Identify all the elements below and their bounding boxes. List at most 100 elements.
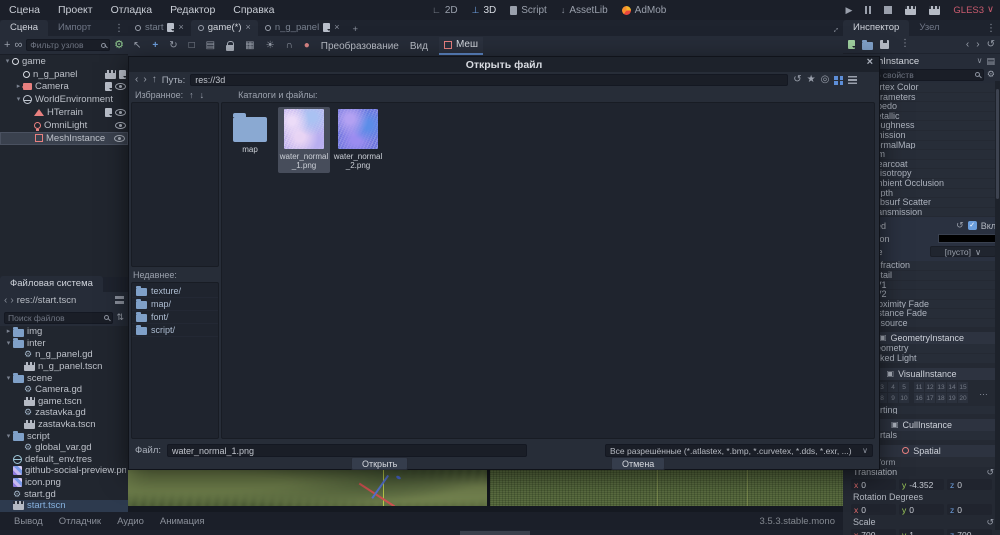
fs-item-zastavka.tscn[interactable]: zastavka.tscn bbox=[0, 419, 128, 431]
checkbox-checked-icon[interactable]: ✓ bbox=[968, 221, 977, 230]
environment-icon[interactable]: ● bbox=[304, 41, 310, 51]
pause-icon[interactable] bbox=[865, 6, 871, 14]
resource-menu-icon[interactable]: ⋮ bbox=[896, 39, 914, 51]
path-input[interactable]: res://3d bbox=[190, 74, 788, 86]
layer-toggle-5[interactable]: 5 bbox=[899, 382, 909, 392]
toggle-hidden-icon[interactable]: ◎ bbox=[821, 75, 830, 85]
filename-input[interactable]: water_normal_1.png bbox=[167, 444, 527, 457]
tab-Импорт[interactable]: Импорт bbox=[48, 20, 101, 36]
inspector-scrollbar[interactable] bbox=[995, 81, 1000, 530]
fs-item-n_g_panel.tscn[interactable]: n_g_panel.tscn bbox=[0, 361, 128, 373]
z-field[interactable]: z700 bbox=[947, 529, 992, 535]
chevron-down-icon[interactable]: ∨ bbox=[977, 57, 983, 65]
move-icon[interactable]: + bbox=[152, 41, 158, 51]
menu-Отладка[interactable]: Отладка bbox=[102, 4, 162, 16]
scene-node-Camera[interactable]: ▸Camera bbox=[0, 81, 128, 94]
fs-item-default_env.tres[interactable]: default_env.tres bbox=[0, 454, 128, 466]
eye-icon[interactable] bbox=[114, 135, 125, 142]
split-mode-icon[interactable] bbox=[115, 296, 124, 305]
workspace-script[interactable]: Script bbox=[510, 5, 547, 16]
layer-toggle-14[interactable]: 14 bbox=[947, 382, 957, 392]
scene-node-WorldEnvironment[interactable]: ▾WorldEnvironment bbox=[0, 93, 128, 106]
viewport-menu-mesh[interactable]: Меш bbox=[439, 37, 483, 55]
recent-dir-texture/[interactable]: texture/ bbox=[132, 285, 218, 298]
recent-dir-map/[interactable]: map/ bbox=[132, 298, 218, 311]
layer-toggle-18[interactable]: 18 bbox=[936, 393, 946, 403]
scene-node-HTerrain[interactable]: HTerrain bbox=[0, 106, 128, 119]
scene-node-OmniLight[interactable]: OmniLight bbox=[0, 119, 128, 132]
group-icon[interactable]: ▦ bbox=[245, 41, 254, 51]
recent-dir-font/[interactable]: font/ bbox=[132, 311, 218, 324]
sort-icon[interactable]: ⇅ bbox=[116, 313, 124, 322]
scale-icon[interactable]: □ bbox=[189, 41, 195, 51]
script-icon[interactable] bbox=[105, 108, 112, 117]
layer-toggle-19[interactable]: 19 bbox=[947, 393, 957, 403]
history-forward-icon[interactable]: › bbox=[976, 40, 979, 50]
dock-menu-icon[interactable]: ⋮ bbox=[982, 24, 1000, 36]
workspace-assetlib[interactable]: ↓AssetLib bbox=[561, 5, 608, 16]
bottom-panel-Отладчик[interactable]: Отладчик bbox=[59, 516, 101, 527]
movie-icon[interactable] bbox=[105, 70, 116, 79]
scene-tab-game(*)[interactable]: game(*)× bbox=[191, 20, 258, 36]
forward-icon[interactable]: › bbox=[10, 296, 13, 306]
menu-Редактор[interactable]: Редактор bbox=[161, 4, 224, 16]
revert-icon[interactable]: ↺ bbox=[956, 221, 964, 230]
expander-icon[interactable]: ▾ bbox=[4, 375, 13, 382]
z-field[interactable]: z0 bbox=[947, 504, 992, 515]
eye-icon[interactable] bbox=[115, 109, 126, 116]
recent-dir-script/[interactable]: script/ bbox=[132, 324, 218, 337]
local-space-icon[interactable]: ☀ bbox=[266, 41, 275, 51]
instance-scene-icon[interactable]: ∞ bbox=[14, 40, 22, 51]
fs-item-inter[interactable]: ▾inter bbox=[0, 338, 128, 350]
viewport-menu-Преобразование[interactable]: Преобразование bbox=[321, 41, 399, 52]
fs-item-Camera.gd[interactable]: ⚙Camera.gd bbox=[0, 384, 128, 396]
list-view-icon[interactable] bbox=[848, 76, 857, 85]
bottom-panel-Вывод[interactable]: Вывод bbox=[14, 516, 43, 527]
tab-filesystem[interactable]: Файловая система bbox=[0, 276, 103, 292]
close-icon[interactable]: × bbox=[334, 23, 339, 32]
layer-toggle-10[interactable]: 10 bbox=[899, 393, 909, 403]
scene-tab-start[interactable]: start× bbox=[128, 20, 191, 36]
fs-item-github-social-preview.png[interactable]: github-social-preview.png bbox=[0, 465, 128, 477]
play-icon[interactable]: ▶ bbox=[845, 6, 852, 15]
file-item-water_normal_2.png[interactable]: water_normal_2.png bbox=[332, 107, 384, 173]
y-field[interactable]: y-4.352 bbox=[899, 479, 944, 490]
color-swatch[interactable] bbox=[938, 234, 996, 243]
new-resource-icon[interactable] bbox=[848, 40, 855, 49]
layer-toggle-16[interactable]: 16 bbox=[914, 393, 924, 403]
x-field[interactable]: x0 bbox=[851, 504, 896, 515]
play-custom-scene-icon[interactable] bbox=[929, 6, 940, 15]
menu-Проект[interactable]: Проект bbox=[49, 4, 102, 16]
x-field[interactable]: x700 bbox=[851, 529, 896, 535]
filter-dropdown[interactable]: Все разрешённые (*.atlastex, *.bmp, *.cu… bbox=[605, 444, 873, 457]
z-field[interactable]: z0 bbox=[947, 479, 992, 490]
fs-item-game.tscn[interactable]: game.tscn bbox=[0, 396, 128, 408]
workspace-admob[interactable]: AdMob bbox=[622, 5, 667, 16]
rotate-icon[interactable]: ↻ bbox=[169, 41, 177, 51]
scene-node-n_g_panel[interactable]: n_g_panel bbox=[0, 68, 128, 81]
load-resource-icon[interactable] bbox=[862, 42, 873, 50]
layer-toggle-13[interactable]: 13 bbox=[936, 382, 946, 392]
bottom-panel-Аудио[interactable]: Аудио bbox=[117, 516, 144, 527]
favorite-up-icon[interactable]: ↑ bbox=[189, 91, 194, 100]
tab-Сцена[interactable]: Сцена bbox=[0, 20, 48, 36]
expander-icon[interactable]: ▸ bbox=[4, 328, 13, 335]
fs-item-start.gd[interactable]: ⚙start.gd bbox=[0, 488, 128, 500]
open-button[interactable]: Открыть bbox=[351, 457, 408, 470]
close-icon[interactable]: × bbox=[246, 23, 251, 32]
layer-toggle-11[interactable]: 11 bbox=[914, 382, 924, 392]
fs-item-icon.png[interactable]: icon.png bbox=[0, 477, 128, 489]
attach-script-icon[interactable]: ⚙ bbox=[114, 40, 124, 51]
viewport-divider[interactable] bbox=[487, 468, 490, 506]
scene-filter-input[interactable]: Фильтр узлов bbox=[26, 39, 110, 51]
play-scene-icon[interactable] bbox=[905, 6, 916, 15]
scene-tab-n_g_panel[interactable]: n_g_panel× bbox=[258, 20, 347, 36]
tab-Узел[interactable]: Узел bbox=[909, 20, 949, 36]
renderer-select[interactable]: GLES3 ∨ bbox=[953, 5, 994, 16]
close-icon[interactable]: × bbox=[867, 57, 873, 68]
dir-forward-icon[interactable]: › bbox=[143, 75, 146, 85]
revert-icon[interactable]: ↺ bbox=[986, 468, 994, 477]
layer-toggle-20[interactable]: 20 bbox=[958, 393, 968, 403]
dock-menu-icon[interactable]: ⋮ bbox=[110, 24, 128, 36]
property-tools-icon[interactable]: ⚙ bbox=[987, 70, 995, 79]
